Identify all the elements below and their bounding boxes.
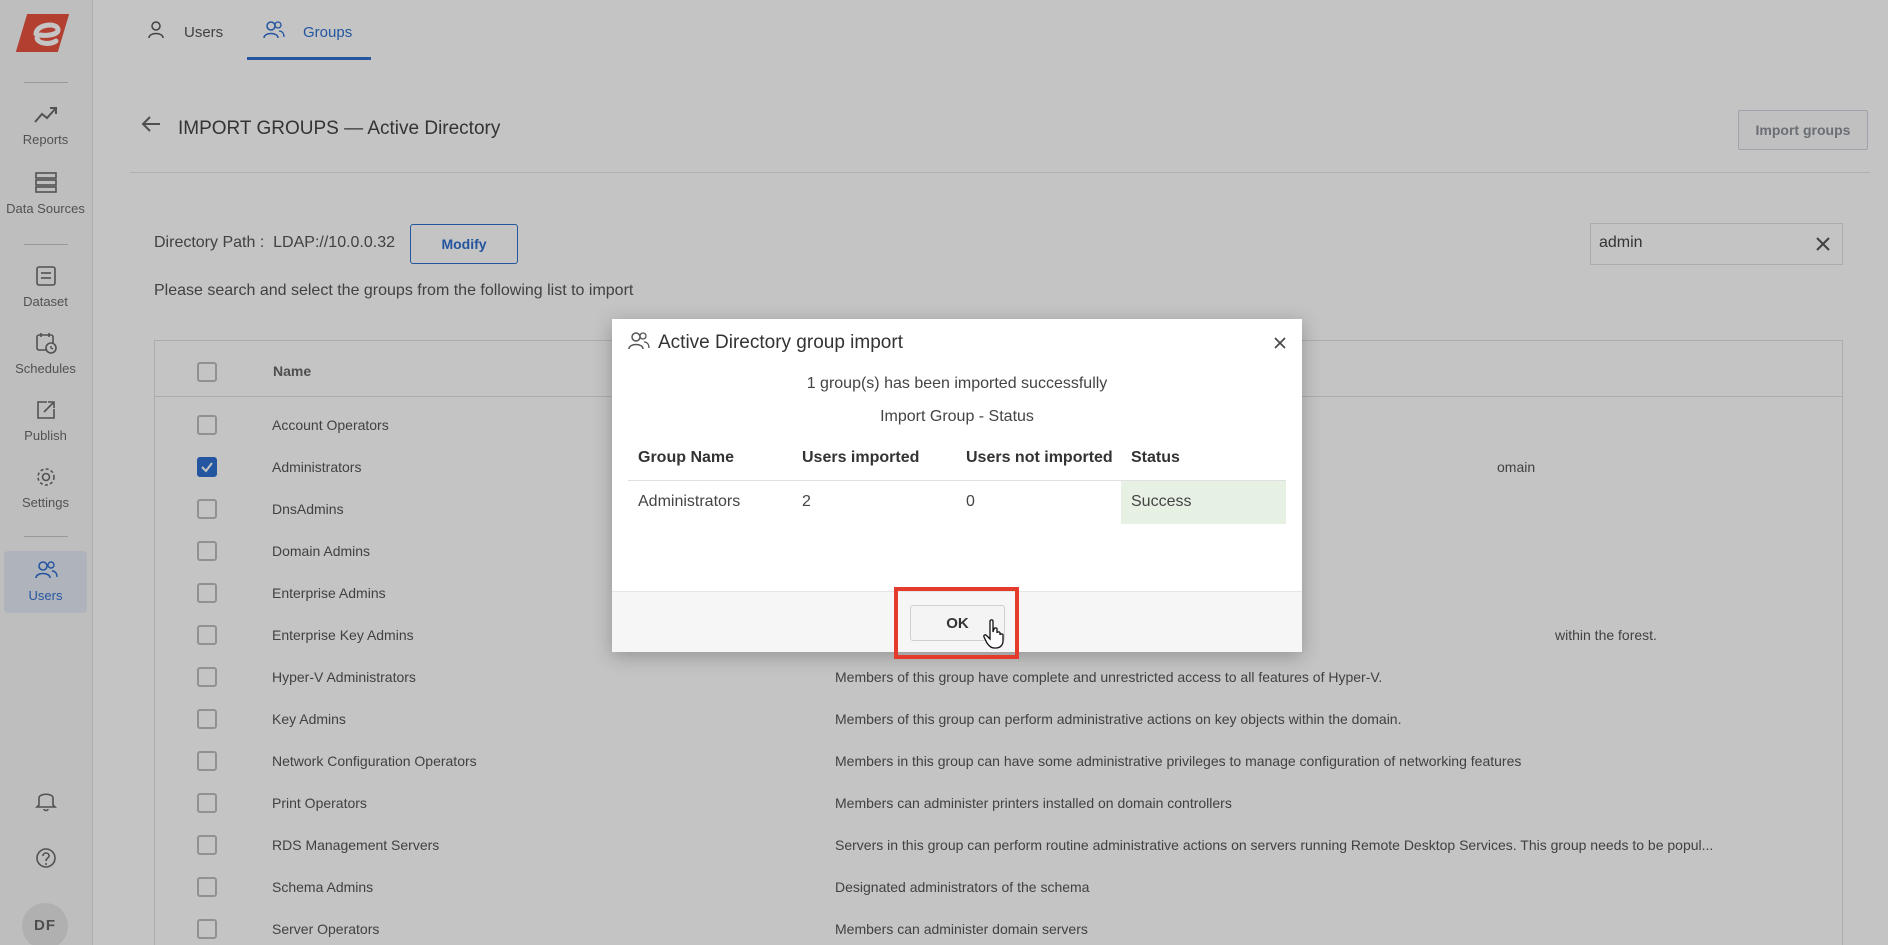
group-name-cell: Administrators: [638, 493, 741, 511]
group-icon: [628, 331, 650, 356]
column-header: Status: [1121, 436, 1286, 481]
column-header: Users imported: [792, 436, 956, 481]
dialog-message: 1 group(s) has been imported successfull…: [806, 375, 1108, 392]
dialog-title: Active Directory group import: [658, 332, 903, 353]
table-row: Administrators 2 0 Success: [628, 480, 1286, 524]
column-header: Group Name: [628, 436, 792, 481]
hand-cursor-icon: [982, 619, 1006, 654]
column-header: Users not imported: [956, 436, 1121, 481]
close-icon[interactable]: [1270, 333, 1290, 353]
import-status-table: Group Name Users imported Users not impo…: [628, 436, 1286, 524]
users-imported-cell: 2: [802, 493, 811, 511]
dialog-subtitle: Import Group - Status: [880, 408, 1034, 425]
users-not-imported-cell: 0: [966, 493, 975, 511]
status-cell: Success: [1121, 480, 1286, 524]
